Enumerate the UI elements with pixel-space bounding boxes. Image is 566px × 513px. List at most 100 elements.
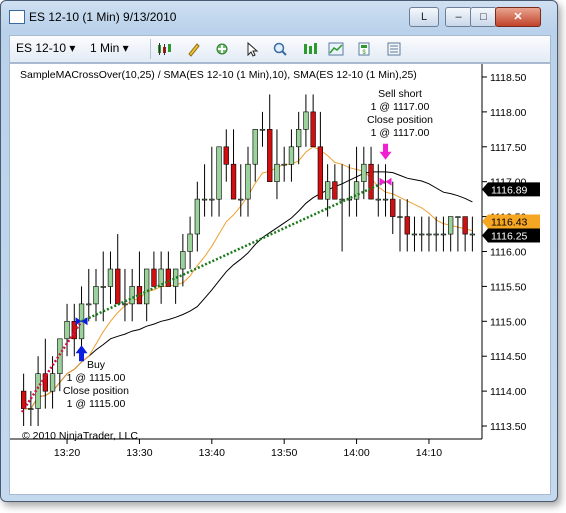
candle-up <box>295 129 302 148</box>
price-tick-label: 1114.50 <box>490 351 527 363</box>
candle-up <box>86 303 92 306</box>
price-tick-label: 1113.50 <box>490 421 527 433</box>
close-button[interactable]: ✕ <box>495 7 541 27</box>
chart-window: ES 12-10 (1 Min) 9/13/2010 L – □ ✕ ES 12… <box>0 0 558 502</box>
buy-close-label: Close position <box>63 385 129 397</box>
candle-up <box>252 129 258 165</box>
candle-up <box>361 163 367 182</box>
buy-annotation: Buy 1 @ 1115.00 Close position 1 @ 1115.… <box>63 359 129 410</box>
time-axis[interactable]: 13:20 13:30 13:40 13:50 14:00 14:10 <box>54 439 442 459</box>
chart-panel[interactable]: SampleMACrossOver(10,25) / SMA(ES 12-10 … <box>9 63 551 495</box>
sell-arrow-icon <box>379 143 392 160</box>
sell-qty-label: 1 @ 1117.00 <box>371 101 430 113</box>
candle-up <box>129 286 135 305</box>
candle-up <box>397 216 403 218</box>
strategy-icon[interactable] <box>302 41 318 57</box>
candle-up <box>107 268 114 287</box>
pen-icon[interactable] <box>186 41 202 57</box>
price-tick-label: 1117.50 <box>490 142 527 154</box>
chart-icon[interactable] <box>328 41 344 57</box>
candle-up <box>469 233 475 236</box>
candle-up <box>288 146 295 165</box>
minimize-button[interactable]: – <box>445 7 472 27</box>
price-tick-label: 1115.50 <box>490 281 527 293</box>
price-tick-label: 1118.50 <box>490 72 527 84</box>
app-icon <box>9 10 25 24</box>
candle-up <box>411 233 418 236</box>
price-tick-label: 1116.00 <box>490 247 527 259</box>
candle-up <box>144 268 150 305</box>
buy-qty-label: 1 @ 1115.00 <box>67 372 126 384</box>
candle-up <box>57 338 63 374</box>
candle-down <box>368 163 374 200</box>
time-tick-label: 13:40 <box>199 447 225 459</box>
candle-up <box>122 303 128 306</box>
maximize-button[interactable]: □ <box>470 7 497 27</box>
properties-icon[interactable] <box>386 41 402 57</box>
time-tick-label: 14:10 <box>416 447 442 459</box>
price-marker-label: 1116.89 <box>491 184 528 196</box>
candle-up <box>447 216 454 235</box>
price-marker-label: 1116.43 <box>491 216 528 228</box>
candle-up <box>28 408 34 410</box>
time-tick-label: 13:20 <box>54 447 80 459</box>
cursor-icon[interactable] <box>244 41 260 57</box>
candle-up <box>455 216 461 218</box>
candle-up <box>324 181 331 200</box>
price-tick-label: 1114.00 <box>490 386 527 398</box>
title-bar[interactable]: ES 12-10 (1 Min) 9/13/2010 L – □ ✕ <box>1 1 557 31</box>
entry-trade-line <box>81 180 387 323</box>
candle-down <box>21 390 27 409</box>
instrument-selector[interactable]: ES 12-10 ▾ <box>16 41 75 55</box>
candle-down <box>42 373 48 392</box>
candle-up <box>382 198 389 201</box>
link-button[interactable]: L <box>409 7 439 27</box>
candle-up <box>180 251 186 270</box>
candle-up <box>303 111 309 130</box>
candle-up <box>93 286 99 305</box>
candle-down <box>151 268 157 287</box>
indicator-label: SampleMACrossOver(10,25) / SMA(ES 12-10 … <box>20 69 417 81</box>
candle-down <box>390 198 396 217</box>
strategy-analyzer-icon[interactable]: $ <box>356 41 372 57</box>
candle-up <box>201 198 208 201</box>
chart-toolbar: ES 12-10 ▾ 1 Min ▾ $ <box>9 35 551 63</box>
candle-down <box>223 146 229 165</box>
candle-up <box>64 320 70 340</box>
candle-up <box>194 198 200 235</box>
candle-down <box>404 216 410 235</box>
toolbar-divider <box>150 39 151 59</box>
candle-up <box>426 233 432 236</box>
candle-up <box>187 233 193 252</box>
candle-up <box>433 233 439 236</box>
candle-up <box>245 163 251 200</box>
price-tick-label: 1115.00 <box>490 316 527 328</box>
sell-close-qty-label: 1 @ 1117.00 <box>371 127 430 139</box>
sell-annotation: Sell short 1 @ 1117.00 Close position 1 … <box>367 88 433 139</box>
candle-down <box>230 163 237 200</box>
candle-down <box>332 181 338 200</box>
candle-up <box>440 233 447 236</box>
price-axis[interactable]: 1118.501118.001117.501117.001116.501116.… <box>482 72 527 433</box>
candle-up <box>419 233 425 236</box>
candle-up <box>209 198 215 201</box>
candle-down <box>267 129 273 183</box>
sell-label: Sell short <box>378 88 422 100</box>
candle-down <box>310 111 316 148</box>
candle-up <box>100 286 106 288</box>
indicator-icon[interactable] <box>214 41 230 57</box>
candle-up <box>49 373 56 392</box>
instrument-label: ES 12-10 <box>16 41 67 55</box>
interval-label: 1 Min <box>90 41 120 55</box>
buy-label: Buy <box>87 359 106 371</box>
window-title: ES 12-10 (1 Min) 9/13/2010 <box>29 10 177 24</box>
time-tick-label: 13:30 <box>126 447 152 459</box>
candle-up <box>375 198 381 201</box>
zoom-icon[interactable] <box>272 41 288 57</box>
candle-up <box>216 146 222 200</box>
candle-down <box>165 268 171 287</box>
interval-selector[interactable]: 1 Min ▾ <box>90 41 129 55</box>
price-chart[interactable]: SampleMACrossOver(10,25) / SMA(ES 12-10 … <box>10 64 550 494</box>
sell-close-label: Close position <box>367 114 433 126</box>
bar-type-icon[interactable] <box>156 41 172 57</box>
